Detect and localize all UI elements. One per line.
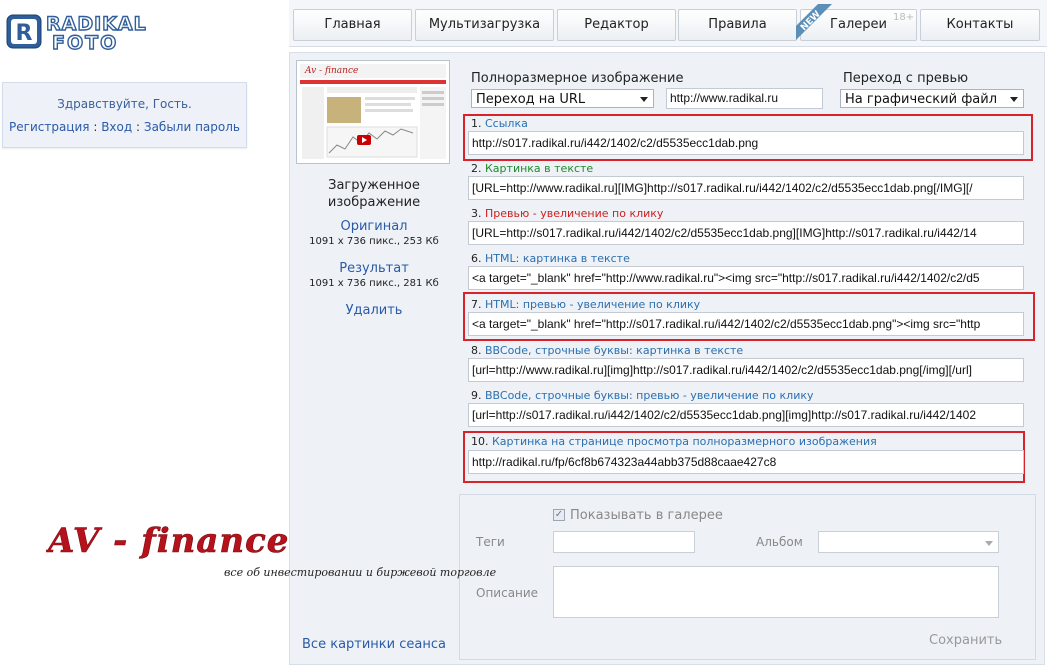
show-in-gallery-label: Показывать в галерее [570,508,723,523]
svg-text:FOTO: FOTO [52,32,118,52]
full-size-select[interactable]: Переход на URL [471,89,654,108]
field-label-image-in-text: 2. Картинка в тексте [471,162,594,175]
new-badge: NEW [796,4,834,42]
uploaded-image-thumbnail[interactable]: Av - finance [296,60,450,164]
tab-rules[interactable]: Правила [678,9,797,41]
field-label-preview-click: 3. Превью - увеличение по клику [471,207,664,220]
description-label: Описание [476,586,539,600]
save-button[interactable]: Сохранить [929,633,1002,648]
code-field-bbcode-image[interactable]: [url=http://www.radikal.ru][img]http://s… [468,358,1024,382]
tab-multiupload[interactable]: Мультизагрузка [415,9,554,41]
code-field-bbcode-preview[interactable]: [url=http://s017.radikal.ru/i442/1402/c2… [468,403,1024,427]
original-info: 1091 x 736 пикс., 253 Кб [309,236,439,247]
code-field-html-image[interactable]: <a target="_blank" href="http://www.radi… [468,266,1024,290]
register-link[interactable]: Регистрация [9,120,89,134]
field-label-bbcode-image: 8. BBCode, строчные буквы: картинка в те… [471,344,744,357]
greeting-text: Здравствуйте, Гость. [57,97,192,111]
full-size-url-input[interactable]: http://www.radikal.ru [666,88,823,109]
radikal-foto-logo[interactable]: R RADIKAL FOTO [6,12,246,55]
svg-text:все об инвестировании и биржев: все об инвестировании и биржевой торговл… [224,566,497,579]
svg-text:R: R [16,21,33,46]
delete-link[interactable]: Удалить [289,303,459,318]
show-in-gallery-checkbox[interactable]: ✓ [553,509,565,521]
field-label-html-image: 6. HTML: картинка в тексте [471,252,630,265]
album-label: Альбом [756,535,803,549]
field-label-view-page: 10. Картинка на странице просмотра полно… [471,435,877,448]
chevron-down-icon [1010,97,1018,102]
svg-text:Av - finance: Av - finance [304,66,358,76]
field-label-bbcode-preview: 9. BBCode, строчные буквы: превью - увел… [471,389,814,402]
age-rating-label: 18+ [893,12,915,23]
tab-contacts[interactable]: Контакты [920,9,1040,41]
auth-links: Регистрация : Вход : Забыли пароль [9,120,240,134]
uploaded-image-caption: Загруженное изображение [327,178,421,210]
code-field-html-preview[interactable]: <a target="_blank" href="http://s017.rad… [468,312,1024,336]
tab-home[interactable]: Главная [293,9,412,41]
av-finance-watermark: AV - finance все об инвестировании и бир… [45,512,516,582]
code-field-preview-click[interactable]: [URL=http://s017.radikal.ru/i442/1402/c2… [468,221,1024,245]
code-field-link[interactable]: http://s017.radikal.ru/i442/1402/c2/d553… [468,131,1024,155]
login-link[interactable]: Вход [101,120,132,134]
tab-editor[interactable]: Редактор [557,9,676,41]
field-label-link: 1. Ссылка [471,117,528,130]
preview-transition-select[interactable]: На графический файл [840,89,1024,108]
result-link[interactable]: Результат [289,261,459,276]
all-session-images-link[interactable]: Все картинки сеанса [289,637,459,652]
full-size-label: Полноразмерное изображение [471,71,684,86]
greeting-box: Здравствуйте, Гость. Регистрация : Вход … [2,82,247,148]
forgot-password-link[interactable]: Забыли пароль [144,120,240,134]
svg-text:AV - finance: AV - finance [46,521,289,561]
code-field-view-page[interactable]: http://radikal.ru/fp/6cf8b674323a44abb37… [468,450,1024,474]
tags-input[interactable] [553,531,695,553]
result-info: 1091 x 736 пикс., 281 Кб [309,278,439,289]
album-select[interactable] [818,531,999,553]
field-label-html-preview: 7. HTML: превью - увеличение по клику [471,298,701,311]
chevron-down-icon [985,541,993,546]
description-textarea[interactable] [553,566,999,618]
original-link[interactable]: Оригинал [289,219,459,234]
code-field-image-in-text[interactable]: [URL=http://www.radikal.ru][IMG]http://s… [468,176,1024,200]
chevron-down-icon [640,97,648,102]
preview-transition-label: Переход с превью [843,71,969,86]
